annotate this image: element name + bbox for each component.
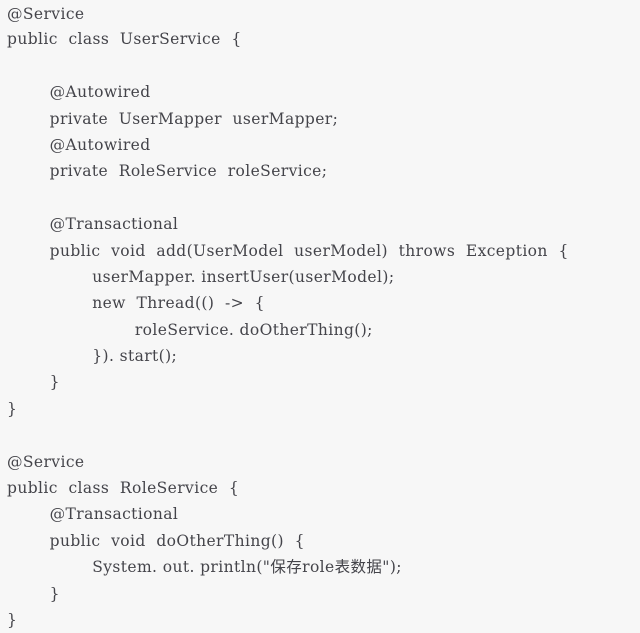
code-line: @Service [7,5,85,23]
code-line-blank [0,53,640,79]
code-line-blank [0,185,640,211]
code-line: } [7,610,18,629]
code-line: @Transactional [7,215,179,234]
code-line-blank [0,422,640,448]
code-line: System. out. println("保存role表数据"); [7,558,402,577]
code-line: }). start(); [7,347,178,366]
code-line: userMapper. insertUser(userModel); [7,267,395,286]
code-line: public void doOtherThing() { [7,531,305,550]
code-line: } [7,399,18,418]
code-line: roleService. doOtherThing(); [7,320,373,339]
code-line: public class UserService { [7,30,242,49]
code-line: public void add(UserModel userModel) thr… [7,241,569,260]
code-line: } [7,584,60,603]
code-line: @Transactional [7,505,179,524]
code-line: public class RoleService { [7,479,240,498]
code-snippet-block: @Service public class UserService { @Aut… [0,0,640,629]
code-line: private UserMapper userMapper; [7,109,339,128]
code-line: } [7,373,60,392]
code-line: private RoleService roleService; [7,162,328,181]
code-line: new Thread(() -> { [7,294,265,313]
code-line: @Autowired [7,135,151,154]
code-line: @Autowired [7,83,151,102]
code-line: @Service [7,452,85,471]
